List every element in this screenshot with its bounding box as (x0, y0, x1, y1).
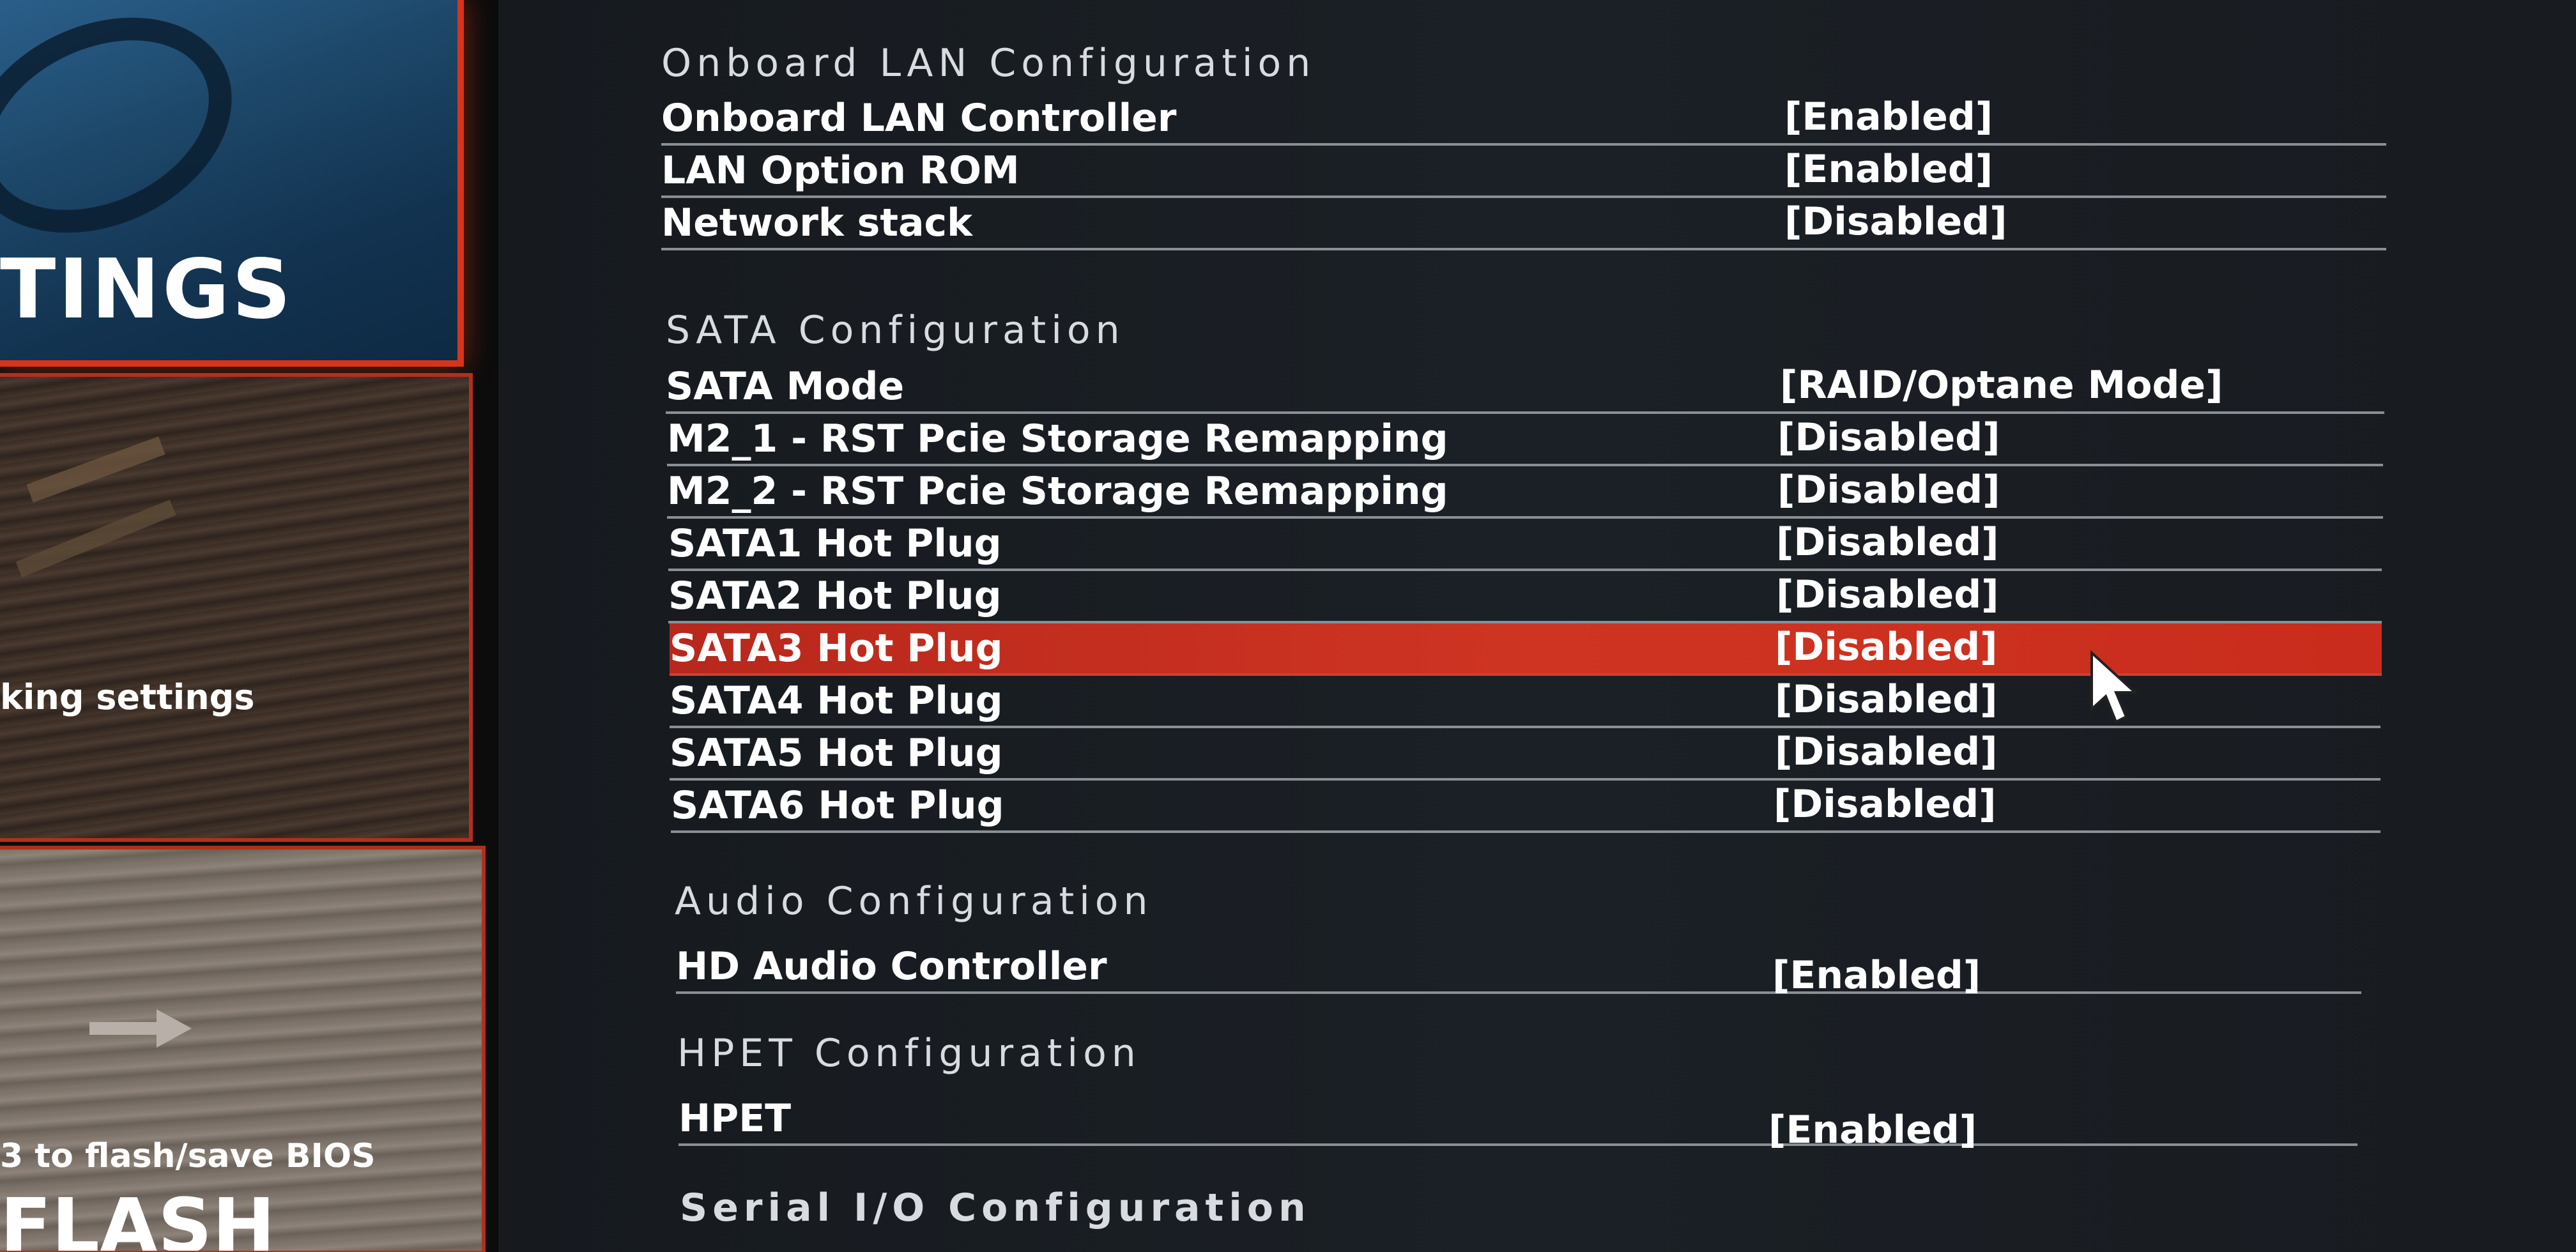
setting-value[interactable]: [Enabled] (1772, 953, 1981, 998)
m-flash-label: FLASH (0, 1182, 275, 1252)
setting-value[interactable]: [Disabled] (1784, 199, 2007, 244)
setting-row-sata1-hot-plug[interactable]: SATA1 Hot Plug [Disabled] (668, 519, 2382, 571)
section-title-onboard-lan: Onboard LAN Configuration (661, 41, 1316, 86)
m-flash-subtitle: 3 to flash/save BIOS (0, 1137, 376, 1175)
setting-row-network-stack[interactable]: Network stack [Disabled] (661, 198, 2386, 250)
setting-row-onboard-lan-controller[interactable]: Onboard LAN Controller [Enabled] (661, 93, 2386, 146)
setting-label: Onboard LAN Controller (661, 96, 1177, 141)
setting-label: Network stack (661, 201, 972, 245)
setting-label: M2_1 - RST Pcie Storage Remapping (667, 416, 1448, 461)
setting-value[interactable]: [Enabled] (1784, 147, 1993, 192)
setting-row-hpet[interactable]: HPET [Enabled] (678, 1096, 2358, 1152)
setting-value[interactable]: [RAID/Optane Mode] (1780, 363, 2223, 408)
setting-row-sata6-hot-plug[interactable]: SATA6 Hot Plug [Disabled] (671, 781, 2380, 833)
section-title-hpet: HPET Configuration (677, 1031, 1141, 1076)
setting-label: SATA3 Hot Plug (670, 626, 1003, 671)
setting-value[interactable]: [Enabled] (1768, 1108, 1977, 1152)
mouse-pointer-icon (2090, 650, 2139, 724)
setting-row-hd-audio-controller[interactable]: HD Audio Controller [Enabled] (676, 944, 2361, 998)
setting-row-sata2-hot-plug[interactable]: SATA2 Hot Plug [Disabled] (668, 571, 2382, 623)
arrow-right-icon (89, 1009, 192, 1048)
section-title-serial-io: Serial I/O Configuration (680, 1186, 1311, 1230)
setting-label: SATA2 Hot Plug (668, 574, 1002, 618)
section-title-sata: SATA Configuration (666, 308, 1125, 353)
setting-value[interactable]: [Disabled] (1775, 677, 1998, 722)
setting-row-sata5-hot-plug[interactable]: SATA5 Hot Plug [Disabled] (670, 728, 2380, 781)
settings-decoration (0, 0, 267, 274)
setting-label: SATA4 Hot Plug (670, 678, 1003, 723)
oc-decoration (15, 500, 176, 577)
setting-label: HPET (678, 1096, 792, 1141)
setting-value[interactable]: [Disabled] (1774, 782, 1997, 827)
setting-row-lan-option-rom[interactable]: LAN Option ROM [Enabled] (661, 146, 2386, 198)
oc-decoration (26, 436, 165, 503)
setting-value[interactable]: [Disabled] (1775, 625, 1998, 669)
setting-label: HD Audio Controller (676, 944, 1107, 989)
setting-value[interactable]: [Disabled] (1776, 572, 1999, 617)
oc-tile-subtitle: king settings (0, 677, 255, 717)
oc-tile[interactable]: king settings (0, 373, 473, 842)
sidebar: TINGS king settings 3 to flash/save BIOS… (0, 0, 498, 1252)
setting-value[interactable]: [Disabled] (1777, 468, 2000, 512)
setting-label: LAN Option ROM (661, 148, 1020, 193)
settings-tile-label: TINGS (0, 242, 294, 337)
setting-label: SATA6 Hot Plug (671, 783, 1004, 828)
setting-value[interactable]: [Disabled] (1776, 520, 1999, 565)
m-flash-tile[interactable]: 3 to flash/save BIOS FLASH (0, 846, 486, 1252)
setting-label: SATA1 Hot Plug (668, 521, 1002, 566)
section-title-audio: Audio Configuration (675, 879, 1153, 924)
setting-row-m2-2-remapping[interactable]: M2_2 - RST Pcie Storage Remapping [Disab… (667, 466, 2383, 519)
settings-tile[interactable]: TINGS (0, 0, 464, 367)
setting-label: SATA Mode (666, 364, 905, 409)
setting-value[interactable]: [Enabled] (1784, 95, 1993, 139)
setting-value[interactable]: [Disabled] (1775, 729, 1998, 774)
setting-label: M2_2 - RST Pcie Storage Remapping (667, 469, 1448, 514)
setting-value[interactable]: [Disabled] (1777, 415, 2000, 460)
setting-label: SATA5 Hot Plug (670, 731, 1003, 775)
settings-panel: Onboard LAN Configuration Onboard LAN Co… (498, 0, 2576, 1252)
setting-row-sata-mode[interactable]: SATA Mode [RAID/Optane Mode] (666, 362, 2384, 414)
setting-row-m2-1-remapping[interactable]: M2_1 - RST Pcie Storage Remapping [Disab… (667, 414, 2383, 466)
